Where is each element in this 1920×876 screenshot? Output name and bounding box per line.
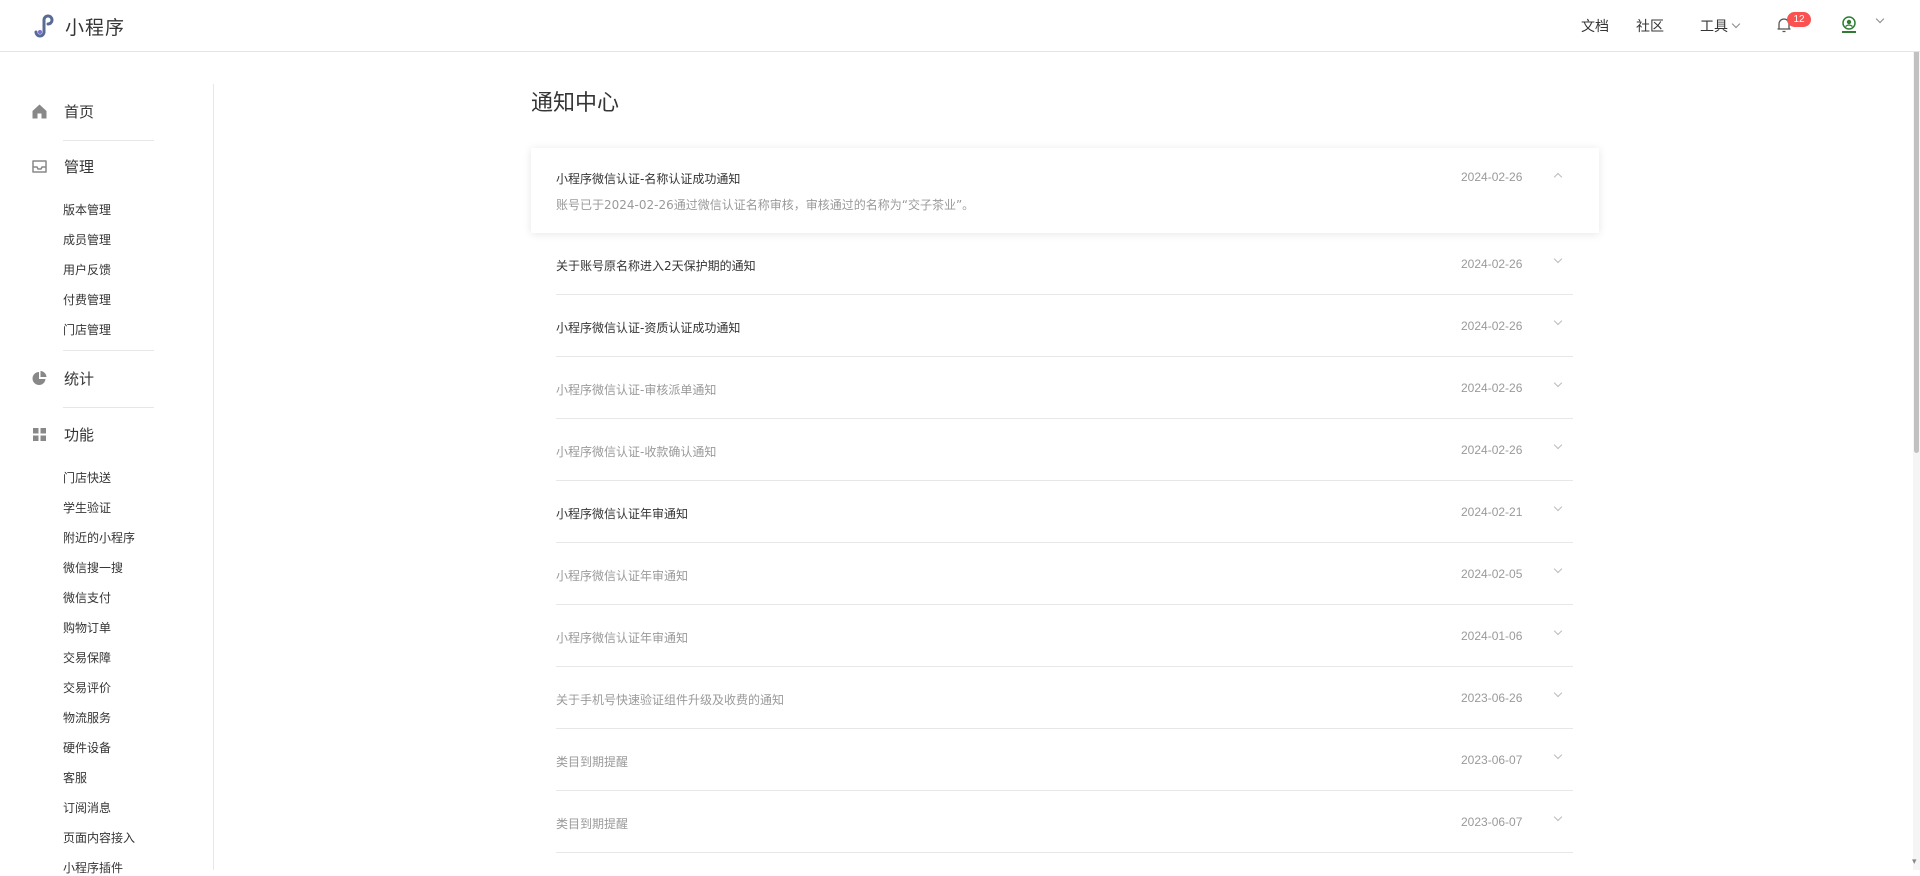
sidebar-item-student-verify[interactable]: 学生验证 bbox=[63, 499, 111, 516]
notice-item[interactable]: 类目到期提醒 2023-06-07 bbox=[531, 729, 1599, 791]
chevron-down-icon[interactable] bbox=[1553, 626, 1563, 636]
sidebar-item-subscription[interactable]: 订阅消息 bbox=[63, 799, 111, 816]
notice-date: 2024-02-26 bbox=[1461, 257, 1523, 271]
notice-item[interactable]: 小程序微信认证-收款确认通知 2024-02-26 bbox=[531, 419, 1599, 481]
sidebar-item-version[interactable]: 版本管理 bbox=[63, 201, 111, 218]
notice-item[interactable]: 类目到期提醒 2023-06-07 bbox=[531, 791, 1599, 853]
nav-tools-dropdown[interactable]: 工具 bbox=[1700, 16, 1741, 36]
sidebar-divider bbox=[63, 407, 154, 408]
notice-body: 账号已于2024-02-26通过微信认证名称审核，审核通过的名称为“交子茶业”。 bbox=[556, 198, 975, 212]
sidebar-item-logistics[interactable]: 物流服务 bbox=[63, 709, 111, 726]
chevron-down-icon[interactable] bbox=[1553, 688, 1563, 698]
notice-date: 2024-02-26 bbox=[1461, 319, 1523, 333]
notice-date: 2024-02-26 bbox=[1461, 443, 1523, 457]
chevron-down-icon[interactable] bbox=[1553, 750, 1563, 760]
notice-date: 2024-02-26 bbox=[1461, 381, 1523, 395]
sidebar-item-feedback[interactable]: 用户反馈 bbox=[63, 261, 111, 278]
notice-date: 2023-06-26 bbox=[1461, 691, 1523, 705]
notice-date: 2024-02-21 bbox=[1461, 505, 1523, 519]
notice-item-expanded[interactable]: 小程序微信认证-名称认证成功通知 2024-02-26 账号已于2024-02-… bbox=[531, 148, 1599, 233]
notice-title: 小程序微信认证-审核派单通知 bbox=[556, 383, 717, 397]
chevron-down-icon[interactable] bbox=[1553, 564, 1563, 574]
sidebar-item-wechat-search[interactable]: 微信搜一搜 bbox=[63, 559, 123, 576]
notice-title: 小程序微信认证年审通知 bbox=[556, 631, 689, 645]
notice-item[interactable]: 关于手机号快速验证组件升级及收费的通知 2023-06-26 bbox=[531, 667, 1599, 729]
logo-text: 小程序 bbox=[65, 16, 126, 39]
notice-title: 小程序微信认证年审通知 bbox=[556, 507, 689, 521]
logo[interactable]: 小程序 bbox=[31, 12, 125, 40]
sidebar-item-trade-review[interactable]: 交易评价 bbox=[63, 679, 111, 696]
nav-tools-label: 工具 bbox=[1700, 19, 1728, 35]
sidebar-item-payment[interactable]: 付费管理 bbox=[63, 291, 111, 308]
chevron-down-icon[interactable] bbox=[1553, 812, 1563, 822]
notice-title: 关于手机号快速验证组件升级及收费的通知 bbox=[556, 693, 785, 707]
sidebar: 首页 管理 版本管理 成员管理 用户反馈 付费管理 门店管理 统计 功能 门店快… bbox=[0, 52, 214, 875]
notice-title: 关于账号原名称进入2天保护期的通知 bbox=[556, 259, 756, 273]
notice-date: 2024-01-06 bbox=[1461, 629, 1523, 643]
sidebar-item-customer-service[interactable]: 客服 bbox=[63, 769, 87, 786]
avatar[interactable] bbox=[1838, 14, 1860, 36]
notice-title: 类目到期提醒 bbox=[556, 755, 629, 769]
sidebar-item-orders[interactable]: 购物订单 bbox=[63, 619, 111, 636]
sidebar-group-label: 功能 bbox=[64, 426, 95, 444]
inbox-icon bbox=[32, 160, 47, 173]
sidebar-item-hardware[interactable]: 硬件设备 bbox=[63, 739, 111, 756]
notice-title: 小程序微信认证-收款确认通知 bbox=[556, 445, 717, 459]
notice-date: 2023-06-07 bbox=[1461, 753, 1523, 767]
chevron-down-icon[interactable] bbox=[1553, 316, 1563, 326]
notice-item[interactable]: 小程序微信认证年审通知 2024-02-05 bbox=[531, 543, 1599, 605]
sidebar-group-label: 管理 bbox=[64, 158, 95, 176]
sidebar-group-label: 统计 bbox=[64, 370, 95, 388]
notice-title: 类目到期提醒 bbox=[556, 817, 629, 831]
account-chevron-down-icon[interactable] bbox=[1875, 14, 1885, 24]
scrollbar-thumb[interactable] bbox=[1914, 3, 1919, 453]
page-title: 通知中心 bbox=[531, 91, 620, 116]
mini-program-logo-icon bbox=[34, 14, 54, 38]
top-bar: 小程序 文档 社区 工具 12 bbox=[0, 0, 1920, 52]
sidebar-group-stats[interactable]: 统计 bbox=[31, 368, 94, 389]
sidebar-item-plugins[interactable]: 小程序插件 bbox=[63, 859, 123, 876]
sidebar-item-wechat-pay[interactable]: 微信支付 bbox=[63, 589, 111, 606]
sidebar-divider bbox=[63, 350, 154, 351]
nav-community-link[interactable]: 社区 bbox=[1636, 16, 1664, 36]
chevron-up-icon[interactable] bbox=[1553, 172, 1563, 182]
notice-date: 2023-06-07 bbox=[1461, 815, 1523, 829]
sidebar-group-label: 首页 bbox=[64, 103, 95, 121]
notice-date: 2024-02-05 bbox=[1461, 567, 1523, 581]
chevron-down-icon[interactable] bbox=[1553, 440, 1563, 450]
sidebar-item-members[interactable]: 成员管理 bbox=[63, 231, 111, 248]
sidebar-group-features[interactable]: 功能 bbox=[31, 424, 94, 445]
divider bbox=[556, 852, 1573, 853]
notice-item[interactable]: 小程序微信认证-资质认证成功通知 2024-02-26 bbox=[531, 295, 1599, 357]
scroll-down-arrow-icon[interactable]: ▾ bbox=[1912, 857, 1917, 867]
home-icon bbox=[32, 104, 47, 119]
notice-item[interactable]: 小程序微信认证年审通知 2024-02-21 bbox=[531, 481, 1599, 543]
notice-item[interactable]: 小程序微信认证-审核派单通知 2024-02-26 bbox=[531, 357, 1599, 419]
sidebar-item-page-content[interactable]: 页面内容接入 bbox=[63, 829, 135, 846]
chevron-down-icon[interactable] bbox=[1553, 502, 1563, 512]
nav-docs-link[interactable]: 文档 bbox=[1581, 16, 1609, 36]
notice-title: 小程序微信认证-名称认证成功通知 bbox=[556, 172, 741, 186]
notice-item[interactable]: 小程序微信认证年审通知 2024-01-06 bbox=[531, 605, 1599, 667]
sidebar-group-manage[interactable]: 管理 bbox=[31, 156, 94, 177]
sidebar-divider bbox=[63, 140, 154, 141]
notice-title: 小程序微信认证-资质认证成功通知 bbox=[556, 321, 741, 335]
notification-badge: 12 bbox=[1787, 12, 1811, 27]
notice-title: 小程序微信认证年审通知 bbox=[556, 569, 689, 583]
sidebar-item-nearby[interactable]: 附近的小程序 bbox=[63, 529, 135, 546]
chevron-down-icon[interactable] bbox=[1553, 254, 1563, 264]
notice-item[interactable]: 关于账号原名称进入2天保护期的通知 2024-02-26 bbox=[531, 233, 1599, 295]
sidebar-item-store-delivery[interactable]: 门店快送 bbox=[63, 469, 111, 486]
sidebar-item-trade-guarantee[interactable]: 交易保障 bbox=[63, 649, 111, 666]
sidebar-item-stores[interactable]: 门店管理 bbox=[63, 321, 111, 338]
grid-icon bbox=[33, 428, 46, 441]
sidebar-divider-vertical bbox=[213, 84, 214, 870]
chevron-down-icon bbox=[1731, 19, 1741, 29]
notice-date: 2024-02-26 bbox=[1461, 170, 1523, 184]
pie-chart-icon bbox=[32, 371, 47, 385]
chevron-down-icon[interactable] bbox=[1553, 378, 1563, 388]
sidebar-group-home[interactable]: 首页 bbox=[31, 101, 94, 122]
